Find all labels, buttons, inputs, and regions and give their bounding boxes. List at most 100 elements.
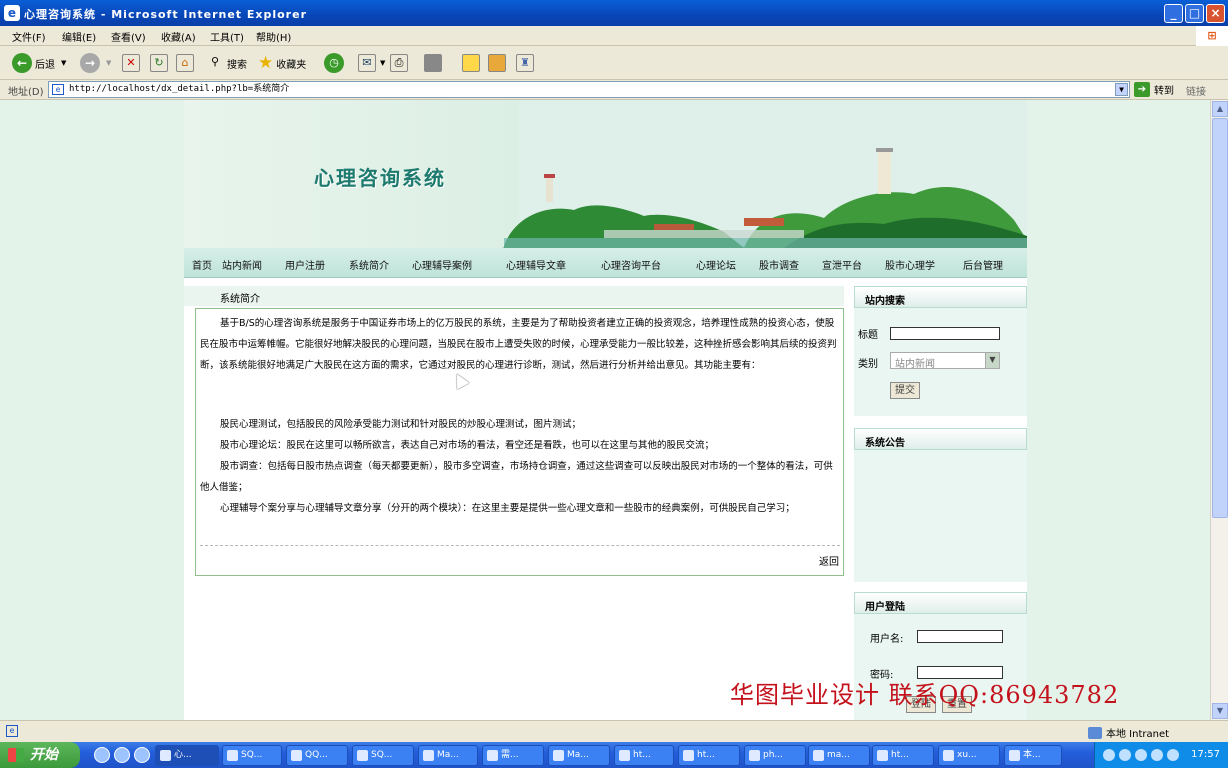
minimize-button[interactable]: _ [1164, 4, 1183, 23]
intranet-icon [1088, 726, 1102, 739]
nav-site-news[interactable]: 站内新闻 [222, 257, 262, 272]
nav-system-intro[interactable]: 系统简介 [349, 257, 389, 272]
research-button[interactable] [488, 52, 506, 74]
nav-counseling-cases[interactable]: 心理辅导案例 [412, 257, 472, 272]
category-select[interactable]: 站内新闻 ▼ [890, 352, 1000, 370]
nav-counseling-articles[interactable]: 心理辅导文章 [506, 257, 566, 272]
nav-vent-platform[interactable]: 宣泄平台 [822, 257, 862, 272]
note-icon [462, 54, 480, 72]
tray-app-icon[interactable] [1135, 749, 1147, 761]
menu-help[interactable]: 帮助(H) [256, 29, 291, 44]
tray-ime-icon[interactable] [1151, 749, 1163, 761]
login-panel-title: 用户登陆 [854, 592, 1027, 614]
tray-network-icon[interactable] [1103, 749, 1115, 761]
task-sql-2[interactable]: SQ... [352, 745, 414, 766]
scroll-thumb[interactable] [1212, 118, 1228, 518]
nav-consult-platform[interactable]: 心理咨询平台 [601, 257, 661, 272]
task-ie-window[interactable]: 心... [155, 745, 219, 766]
mail-icon: ✉ [358, 54, 376, 72]
menu-view[interactable]: 查看(V) [111, 29, 146, 44]
print-button[interactable]: ⎙ [390, 52, 408, 74]
forward-button[interactable]: → ▼ [80, 52, 111, 74]
back-button[interactable]: ← 后退 ▼ [12, 52, 66, 74]
task-ht-1[interactable]: ht... [614, 745, 674, 766]
chevron-down-icon: ▼ [985, 353, 999, 368]
task-ma-1[interactable]: Ma... [418, 745, 478, 766]
title-input[interactable] [890, 327, 1000, 340]
task-ma-3[interactable]: ma... [808, 745, 870, 766]
quicklaunch-ie-icon[interactable] [94, 747, 110, 763]
web-page: 心理咨询系统 首页 站内新闻 用户注册 系统简介 心理辅导案例 心理辅导文章 心… [184, 100, 1027, 720]
quicklaunch-ie2-icon[interactable] [114, 747, 130, 763]
go-button[interactable]: ➔ 转到 [1134, 82, 1174, 97]
nav-register[interactable]: 用户注册 [285, 257, 325, 272]
address-bar: 地址(D) e http://localhost/dx_detail.php?l… [0, 80, 1228, 100]
username-input[interactable] [917, 630, 1003, 643]
task-ht-3[interactable]: ht... [872, 745, 934, 766]
task-ht-2[interactable]: ht... [678, 745, 740, 766]
links-button[interactable]: 链接 [1186, 83, 1206, 98]
notes-button[interactable] [462, 52, 480, 74]
messenger-button[interactable]: ♜ [516, 52, 534, 74]
menu-edit[interactable]: 编辑(E) [62, 29, 96, 44]
banner-landscape [502, 100, 1027, 248]
home-button[interactable]: ⌂ [176, 52, 194, 74]
edit-icon [424, 54, 442, 72]
divider [200, 545, 840, 546]
article-intro: 基于B/S的心理咨询系统是服务于中国证券市场上的亿万股民的系统，主要是为了帮助投… [200, 318, 837, 371]
menu-tools[interactable]: 工具(T) [210, 29, 244, 44]
back-arrow-icon: ← [12, 53, 32, 73]
ie-icon: e [4, 5, 20, 21]
tray-volume-icon[interactable] [1119, 749, 1131, 761]
nav-stock-survey[interactable]: 股市调查 [759, 257, 799, 272]
mail-button[interactable]: ✉ ▼ [358, 52, 385, 74]
chevron-down-icon[interactable]: ▼ [1115, 83, 1128, 96]
tray-security-icon[interactable] [1167, 749, 1179, 761]
start-button[interactable]: 开始 [0, 742, 80, 768]
window-titlebar[interactable]: e 心理咨询系统 - Microsoft Internet Explorer _… [0, 0, 1228, 26]
favorites-button[interactable]: ★ 收藏夹 [258, 52, 306, 74]
go-arrow-icon: ➔ [1134, 82, 1150, 97]
stop-button[interactable]: ✕ [122, 52, 140, 74]
task-doc[interactable]: 需... [482, 745, 544, 766]
nav-stock-psychology[interactable]: 股市心理学 [885, 257, 935, 272]
menu-file[interactable]: 文件(F) [12, 29, 46, 44]
notice-panel-title: 系统公告 [854, 428, 1027, 450]
history-button[interactable]: ◷ [324, 52, 344, 74]
address-url: http://localhost/dx_detail.php?lb=系统简介 [69, 84, 290, 94]
task-local[interactable]: 本... [1004, 745, 1062, 766]
menu-favorites[interactable]: 收藏(A) [161, 29, 196, 44]
vertical-scrollbar[interactable]: ▲ ▼ [1210, 100, 1228, 720]
windows-flag-icon [8, 748, 24, 762]
book-icon [488, 54, 506, 72]
page-status-icon: e [6, 725, 18, 737]
search-button[interactable]: ⚲ 搜索 [206, 52, 247, 74]
close-button[interactable]: × [1206, 4, 1225, 23]
article-item-1: 股民心理测试，包括股民的风险承受能力测试和针对股民的炒股心理测试，图片测试； [220, 419, 582, 430]
edit-button[interactable] [424, 52, 442, 74]
quicklaunch-app-icon[interactable] [134, 747, 150, 763]
task-ph[interactable]: ph... [744, 745, 806, 766]
refresh-button[interactable]: ↻ [150, 52, 168, 74]
nav-forum[interactable]: 心理论坛 [696, 257, 736, 272]
address-label: 地址(D) [8, 87, 44, 98]
browser-viewport: 心理咨询系统 首页 站内新闻 用户注册 系统简介 心理辅导案例 心理辅导文章 心… [0, 100, 1210, 720]
messenger-icon: ♜ [516, 54, 534, 72]
scroll-down-icon[interactable]: ▼ [1212, 703, 1228, 719]
print-icon: ⎙ [390, 54, 408, 72]
back-link[interactable]: 返回 [819, 553, 839, 568]
maximize-button[interactable]: □ [1185, 4, 1204, 23]
task-ma-2[interactable]: Ma... [548, 745, 610, 766]
scroll-up-icon[interactable]: ▲ [1212, 101, 1228, 117]
nav-admin[interactable]: 后台管理 [963, 257, 1003, 272]
task-qq[interactable]: QQ... [286, 745, 348, 766]
taskbar: 开始 心... SQ... QQ... SQ... Ma... 需... Ma.… [0, 742, 1228, 768]
forward-arrow-icon: → [80, 53, 100, 73]
task-sql-1[interactable]: SQ... [222, 745, 282, 766]
submit-button[interactable]: 提交 [890, 382, 920, 399]
task-xu[interactable]: xu... [938, 745, 1000, 766]
address-input[interactable]: e http://localhost/dx_detail.php?lb=系统简介… [48, 81, 1130, 98]
search-panel: 站内搜索 标题 类别 站内新闻 ▼ 提交 [854, 286, 1027, 416]
nav-home[interactable]: 首页 [192, 257, 212, 272]
stop-icon: ✕ [122, 54, 140, 72]
